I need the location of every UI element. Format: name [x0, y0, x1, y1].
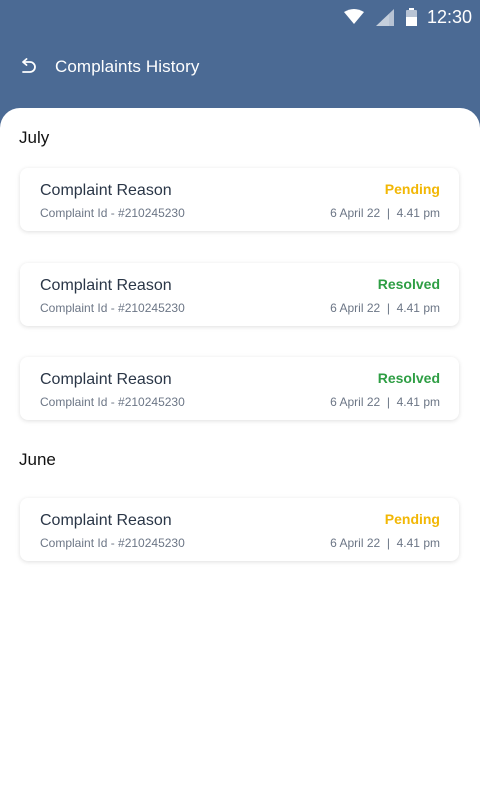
back-arrow-icon: [22, 58, 36, 73]
status-bar: 12:30: [0, 0, 480, 34]
battery-icon: [405, 8, 417, 26]
complaint-reason: Complaint Reason: [40, 512, 172, 529]
status-badge: Resolved: [377, 370, 440, 386]
complaint-reason: Complaint Reason: [40, 371, 172, 388]
complaints-list[interactable]: July Complaint Reason Complaint Id - #21…: [0, 108, 480, 800]
status-badge: Pending: [384, 181, 440, 197]
status-badge: Pending: [384, 511, 440, 527]
complaint-id: Complaint Id - #210245230: [40, 301, 185, 315]
complaint-datetime: 6 April 22 | 4.41 pm: [330, 206, 440, 220]
complaint-id: Complaint Id - #210245230: [40, 395, 185, 409]
complaint-datetime: 6 April 22 | 4.41 pm: [330, 536, 440, 550]
complaint-datetime: 6 April 22 | 4.41 pm: [330, 301, 440, 315]
complaint-reason: Complaint Reason: [40, 277, 172, 294]
month-header: June: [19, 450, 56, 469]
complaint-datetime: 6 April 22 | 4.41 pm: [330, 395, 440, 409]
page-title: Complaints History: [55, 57, 200, 76]
complaint-card[interactable]: Complaint Reason Complaint Id - #2102452…: [20, 168, 459, 231]
complaint-id: Complaint Id - #210245230: [40, 206, 185, 220]
month-header: July: [19, 128, 50, 147]
wifi-icon: [343, 9, 364, 25]
back-button[interactable]: [16, 55, 40, 79]
cell-signal-icon: [375, 8, 394, 26]
status-time: 12:30: [426, 6, 472, 27]
status-badge: Resolved: [377, 276, 440, 292]
complaint-card[interactable]: Complaint Reason Complaint Id - #2102452…: [20, 263, 459, 326]
app-bar: Complaints History: [0, 34, 480, 100]
complaint-card[interactable]: Complaint Reason Complaint Id - #2102452…: [20, 498, 459, 561]
complaint-reason: Complaint Reason: [40, 182, 172, 199]
complaint-id: Complaint Id - #210245230: [40, 536, 185, 550]
complaint-card[interactable]: Complaint Reason Complaint Id - #2102452…: [20, 357, 459, 420]
